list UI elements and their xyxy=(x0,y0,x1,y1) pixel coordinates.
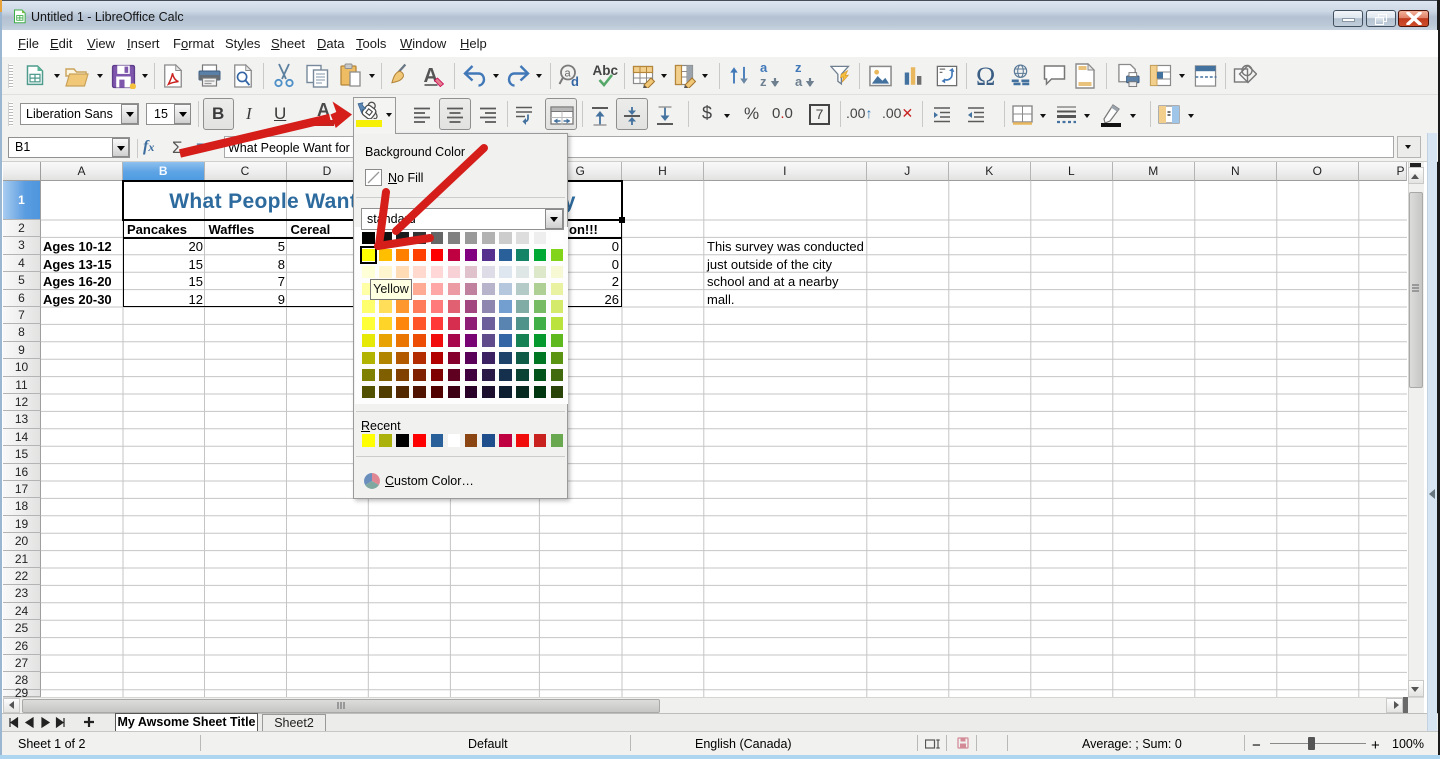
svg-text:Ω: Ω xyxy=(976,62,995,89)
svg-text:d: d xyxy=(571,74,579,89)
svg-text:a: a xyxy=(795,74,803,89)
svg-text:Abc: Abc xyxy=(593,63,619,78)
svg-text:A: A xyxy=(424,65,438,87)
svg-text:z: z xyxy=(760,74,767,89)
